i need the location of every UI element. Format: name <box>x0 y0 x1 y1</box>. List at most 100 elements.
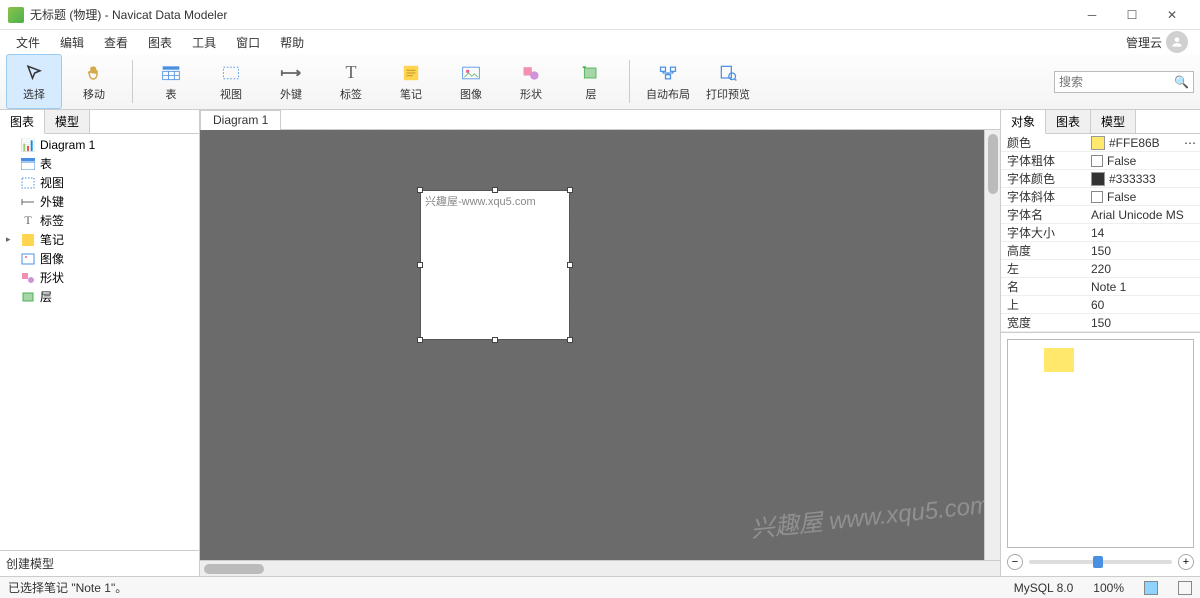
canvas-tabs: Diagram 1 <box>200 110 1000 130</box>
prop-value[interactable]: 60 <box>1091 298 1200 312</box>
diagram-icon: 📊 <box>20 137 36 153</box>
prop-row[interactable]: 字体斜体False <box>1001 188 1200 206</box>
prop-value[interactable]: False <box>1091 154 1200 168</box>
tool-shape[interactable]: 形状 <box>503 54 559 109</box>
toolbar: 选择 移动 表 视图 外键 T 标签 笔记 图像 形状 层 自动布局 <box>0 54 1200 110</box>
shape-icon <box>20 270 36 286</box>
canvas[interactable]: 兴趣屋-www.xqu5.com 兴趣屋 www.xqu5.com <box>200 130 1000 560</box>
tree-item-note[interactable]: ▸笔记 <box>2 230 197 249</box>
menu-window[interactable]: 窗口 <box>226 32 270 53</box>
resize-handle-sw[interactable] <box>417 337 423 343</box>
note-icon <box>20 232 36 248</box>
prop-row[interactable]: 字体粗体False <box>1001 152 1200 170</box>
menu-view[interactable]: 查看 <box>94 32 138 53</box>
resize-handle-e[interactable] <box>567 262 573 268</box>
tool-print-preview[interactable]: 打印预览 <box>700 54 756 109</box>
prop-value[interactable]: 220 <box>1091 262 1200 276</box>
left-tab-model[interactable]: 模型 <box>45 110 90 133</box>
avatar-icon <box>1166 31 1188 53</box>
prop-key: 上 <box>1001 296 1091 313</box>
prop-value[interactable]: False <box>1091 190 1200 204</box>
search-box[interactable]: 🔍 <box>1054 71 1194 93</box>
prop-row[interactable]: 字体大小14 <box>1001 224 1200 242</box>
note-object[interactable]: 兴趣屋-www.xqu5.com <box>420 190 570 340</box>
search-input[interactable] <box>1059 75 1170 89</box>
menu-file[interactable]: 文件 <box>6 32 50 53</box>
tool-table[interactable]: 表 <box>143 54 199 109</box>
resize-handle-nw[interactable] <box>417 187 423 193</box>
prop-row[interactable]: 高度150 <box>1001 242 1200 260</box>
checkbox-icon[interactable] <box>1091 155 1103 167</box>
prop-row[interactable]: 名Note 1 <box>1001 278 1200 296</box>
account-area[interactable]: 管理云 <box>1126 31 1194 53</box>
resize-handle-w[interactable] <box>417 262 423 268</box>
prop-value[interactable]: 14 <box>1091 226 1200 240</box>
close-button[interactable]: ✕ <box>1152 1 1192 29</box>
canvas-tab-diagram1[interactable]: Diagram 1 <box>200 110 281 130</box>
menu-tools[interactable]: 工具 <box>182 32 226 53</box>
create-model[interactable]: 创建模型 <box>0 550 199 576</box>
minimap-canvas[interactable] <box>1007 339 1194 548</box>
tree-item-image[interactable]: 图像 <box>2 249 197 268</box>
window-title: 无标题 (物理) - Navicat Data Modeler <box>30 6 1072 23</box>
prop-value[interactable]: 150 <box>1091 316 1200 330</box>
right-tab-model[interactable]: 模型 <box>1091 110 1136 133</box>
maximize-button[interactable]: ☐ <box>1112 1 1152 29</box>
tool-select[interactable]: 选择 <box>6 54 62 109</box>
prop-value[interactable]: Note 1 <box>1091 280 1200 294</box>
hand-icon <box>83 62 105 84</box>
tool-note[interactable]: 笔记 <box>383 54 439 109</box>
prop-value[interactable]: #333333 <box>1091 172 1200 186</box>
tool-move[interactable]: 移动 <box>66 54 122 109</box>
prop-value[interactable]: Arial Unicode MS <box>1091 208 1200 222</box>
horizontal-scrollbar[interactable] <box>200 560 1000 576</box>
canvas-area: Diagram 1 兴趣屋-www.xqu5.com 兴趣屋 www.xqu5.… <box>200 110 1000 576</box>
status-toggle-2[interactable] <box>1178 581 1192 595</box>
zoom-in-button[interactable]: + <box>1178 554 1194 570</box>
resize-handle-ne[interactable] <box>567 187 573 193</box>
tree-item-fk[interactable]: 外键 <box>2 192 197 211</box>
prop-row[interactable]: 字体颜色#333333 <box>1001 170 1200 188</box>
menu-diagram[interactable]: 图表 <box>138 32 182 53</box>
status-toggle-1[interactable] <box>1144 581 1158 595</box>
menu-help[interactable]: 帮助 <box>270 32 314 53</box>
resize-handle-se[interactable] <box>567 337 573 343</box>
minimize-button[interactable]: ─ <box>1072 1 1112 29</box>
table-icon <box>20 156 36 172</box>
tool-auto-layout[interactable]: 自动布局 <box>640 54 696 109</box>
tool-view[interactable]: 视图 <box>203 54 259 109</box>
tree-item-view[interactable]: 视图 <box>2 173 197 192</box>
tool-layer[interactable]: 层 <box>563 54 619 109</box>
zoom-slider[interactable] <box>1029 560 1172 564</box>
menu-edit[interactable]: 编辑 <box>50 32 94 53</box>
right-tab-object[interactable]: 对象 <box>1001 110 1046 134</box>
note-text[interactable]: 兴趣屋-www.xqu5.com <box>421 191 569 211</box>
table-icon <box>160 62 182 84</box>
zoom-out-button[interactable]: − <box>1007 554 1023 570</box>
prop-value[interactable]: 150 <box>1091 244 1200 258</box>
minimap-note <box>1044 348 1074 372</box>
prop-row[interactable]: 上60 <box>1001 296 1200 314</box>
prop-value[interactable]: #FFE86B ⋯ <box>1091 136 1200 150</box>
tree-item-shape[interactable]: 形状 <box>2 268 197 287</box>
checkbox-icon[interactable] <box>1091 191 1103 203</box>
left-tab-diagram[interactable]: 图表 <box>0 110 45 134</box>
prop-row[interactable]: 颜色#FFE86B ⋯ <box>1001 134 1200 152</box>
vertical-scrollbar[interactable] <box>984 130 1000 560</box>
resize-handle-s[interactable] <box>492 337 498 343</box>
tool-image[interactable]: 图像 <box>443 54 499 109</box>
tool-label[interactable]: T 标签 <box>323 54 379 109</box>
tree-item-diagram1[interactable]: 📊Diagram 1 <box>2 136 197 154</box>
tree-item-table[interactable]: 表 <box>2 154 197 173</box>
minimap: − + <box>1001 332 1200 576</box>
chevron-right-icon[interactable]: ▸ <box>6 234 16 245</box>
tree-item-layer[interactable]: 层 <box>2 287 197 306</box>
right-tab-diagram[interactable]: 图表 <box>1046 110 1091 133</box>
prop-row[interactable]: 左220 <box>1001 260 1200 278</box>
prop-row[interactable]: 宽度150 <box>1001 314 1200 332</box>
tree-item-label[interactable]: T标签 <box>2 211 197 230</box>
resize-handle-n[interactable] <box>492 187 498 193</box>
prop-row[interactable]: 字体名Arial Unicode MS <box>1001 206 1200 224</box>
tool-foreign-key[interactable]: 外键 <box>263 54 319 109</box>
cursor-icon <box>23 62 45 84</box>
